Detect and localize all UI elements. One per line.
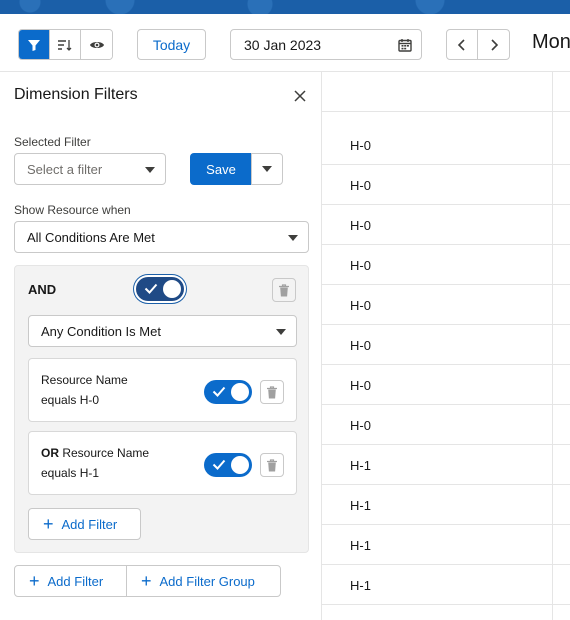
grid-row[interactable]: H-0: [322, 205, 570, 245]
sort-button[interactable]: [50, 30, 81, 59]
chevron-down-icon: [288, 235, 298, 241]
grid-row[interactable]: H-1: [322, 445, 570, 485]
chevron-right-icon: [490, 38, 498, 51]
show-resource-select[interactable]: All Conditions Are Met: [14, 221, 309, 253]
grid-row[interactable]: H-1: [322, 565, 570, 605]
plus-icon: +: [141, 571, 152, 591]
grid-row-label: H-0: [350, 138, 371, 153]
next-button[interactable]: [478, 30, 509, 59]
top-banner: [0, 0, 570, 14]
today-button[interactable]: Today: [137, 29, 206, 60]
toggle-knob: [231, 456, 249, 474]
filter-icon: [28, 39, 40, 51]
grid-row[interactable]: H-1: [322, 485, 570, 525]
show-resource-label: Show Resource when: [14, 203, 131, 217]
filter-condition-card: Resource Name equals H-0: [28, 358, 297, 422]
show-resource-value: All Conditions Are Met: [27, 229, 155, 245]
delete-group-button[interactable]: [272, 278, 296, 302]
selected-filter-label: Selected Filter: [14, 135, 91, 149]
dimension-filters-panel: Dimension Filters Selected Filter Select…: [0, 72, 321, 620]
trash-icon: [279, 283, 289, 296]
sort-list-icon: [58, 39, 72, 51]
grid-row-label: H-1: [350, 498, 371, 513]
group-add-filter-button[interactable]: + Add Filter: [28, 508, 141, 540]
add-filter-button[interactable]: + Add Filter: [14, 565, 127, 597]
chevron-left-icon: [457, 38, 465, 51]
delete-condition-button[interactable]: [260, 380, 284, 404]
grid-row-label: H-0: [350, 338, 371, 353]
group-condition-value: Any Condition Is Met: [41, 323, 161, 339]
condition-expression: equals H-0: [41, 393, 100, 407]
selected-filter-placeholder: Select a filter: [27, 161, 103, 177]
save-button[interactable]: Save: [190, 153, 252, 185]
grid-row-label: H-0: [350, 258, 371, 273]
toggle-knob: [163, 280, 181, 298]
grid-row[interactable]: H-0: [322, 285, 570, 325]
grid-row[interactable]: H-0: [322, 405, 570, 445]
add-filter-group-label: Add Filter Group: [159, 573, 255, 589]
save-menu-button[interactable]: [251, 153, 283, 185]
grid-row-label: H-1: [350, 538, 371, 553]
group-condition-select[interactable]: Any Condition Is Met: [28, 315, 297, 347]
plus-icon: +: [29, 571, 40, 591]
grid-row[interactable]: H-0: [322, 165, 570, 205]
grid-row-label: H-0: [350, 218, 371, 233]
check-icon: [212, 386, 226, 397]
view-toggle-group: [18, 29, 113, 60]
chevron-down-icon: [262, 166, 272, 172]
grid-row[interactable]: H-0: [322, 125, 570, 165]
grid-row[interactable]: H-0: [322, 245, 570, 285]
condition-prefix: OR: [41, 446, 59, 460]
toolbar: Today 30 Jan 2023 Mon: [0, 14, 570, 72]
check-icon: [144, 283, 158, 294]
trash-icon: [267, 385, 277, 398]
group-operator-toggle[interactable]: [136, 277, 184, 301]
grid-row-label: H-1: [350, 578, 371, 593]
grid-row-label: H-0: [350, 298, 371, 313]
condition-field: Resource Name: [41, 373, 128, 387]
close-icon[interactable]: [292, 88, 308, 104]
add-filter-label: Add Filter: [47, 573, 104, 589]
filter-button[interactable]: [19, 30, 50, 59]
delete-condition-button[interactable]: [260, 453, 284, 477]
group-operator-label: AND: [28, 282, 57, 297]
grid-header: [322, 72, 570, 112]
chevron-down-icon: [276, 329, 286, 335]
trash-icon: [267, 458, 277, 471]
add-filter-label: Add Filter: [61, 516, 118, 532]
condition-expression: equals H-1: [41, 466, 100, 480]
resource-grid: H-0 H-0 H-0 H-0 H-0 H-0 H-0 H-0 H-1 H-1 …: [321, 72, 570, 620]
grid-row[interactable]: H-0: [322, 325, 570, 365]
grid-row-label: H-0: [350, 178, 371, 193]
date-value: 30 Jan 2023: [244, 36, 322, 53]
condition-toggle[interactable]: [204, 453, 252, 477]
chevron-down-icon: [145, 167, 155, 173]
previous-button[interactable]: [447, 30, 478, 59]
add-filter-group-button[interactable]: + Add Filter Group: [126, 565, 281, 597]
plus-icon: +: [43, 514, 54, 534]
condition-toggle[interactable]: [204, 380, 252, 404]
grid-row[interactable]: H-1: [322, 525, 570, 565]
date-nav-group: [446, 29, 510, 60]
calendar-icon[interactable]: [398, 38, 412, 52]
filter-condition-card: OR Resource Name equals H-1: [28, 431, 297, 495]
eye-icon: [89, 41, 104, 48]
grid-row[interactable]: H-0: [322, 365, 570, 405]
check-icon: [212, 459, 226, 470]
filter-group: AND Any Condition Is Met Resource Name e…: [14, 265, 309, 553]
panel-title: Dimension Filters: [14, 86, 138, 103]
condition-field: Resource Name: [62, 446, 150, 460]
visibility-button[interactable]: [81, 30, 112, 59]
view-label: Mon: [532, 31, 570, 53]
condition-field-row: OR Resource Name: [41, 446, 149, 460]
grid-row-label: H-0: [350, 418, 371, 433]
toggle-knob: [231, 383, 249, 401]
grid-row-label: H-0: [350, 378, 371, 393]
date-input[interactable]: 30 Jan 2023: [230, 29, 422, 60]
grid-row-label: H-1: [350, 458, 371, 473]
selected-filter-select[interactable]: Select a filter: [14, 153, 166, 185]
